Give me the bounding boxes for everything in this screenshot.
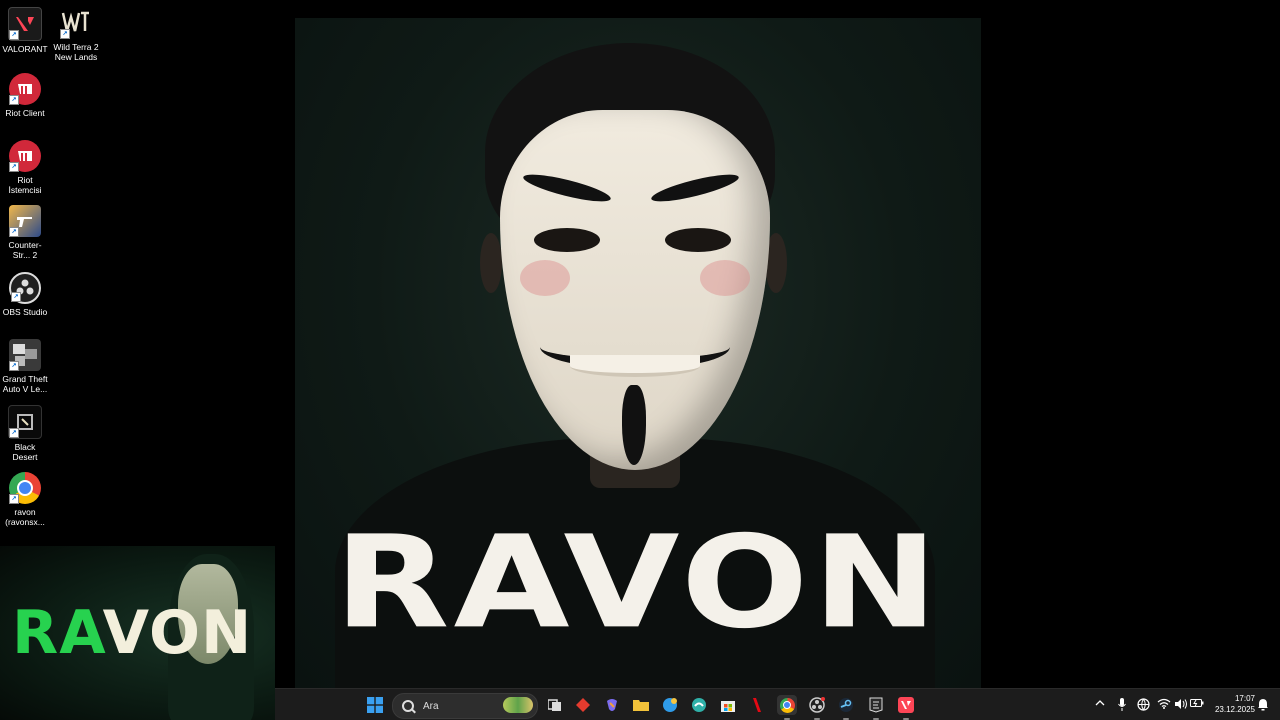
guy-fawkes-mask: [500, 110, 770, 470]
desktop-icon-riot-istemcisi[interactable]: ↗ Riot İstemcisi: [1, 140, 49, 195]
bell-icon: [1258, 699, 1268, 711]
show-hidden-icons-button[interactable]: [1093, 698, 1107, 712]
taskbar: Ara 17:07 23.12.2025: [275, 688, 1280, 720]
desktop-icon-black-desert[interactable]: ↗ Black Desert: [1, 405, 49, 462]
chrome-profile-icon: ↗: [9, 472, 41, 504]
desktop-icon-label: ravon (ravonsx...: [5, 507, 45, 527]
counter-strike-icon: ↗: [9, 205, 41, 237]
desktop-icon-obs-studio[interactable]: ↗ OBS Studio: [1, 272, 49, 317]
desktop-icon-label: Riot İstemcisi: [8, 175, 42, 195]
desktop-icon-label: Counter-Str... 2: [8, 240, 42, 260]
wifi-button[interactable]: [1157, 698, 1171, 712]
microphone-button[interactable]: [1115, 698, 1129, 712]
riot-client-icon: ↗: [9, 140, 41, 172]
task-view-button[interactable]: [545, 695, 565, 715]
wallpaper: RAVON: [295, 18, 981, 688]
desktop-icon-label: OBS Studio: [2, 307, 48, 317]
desktop-icon-riot-client[interactable]: ↗ Riot Client: [1, 73, 49, 118]
riot-client-icon: ↗: [9, 73, 41, 105]
microphone-icon: [1118, 698, 1126, 711]
valorant-icon: ↗: [8, 7, 42, 41]
wallpaper-title: RAVON: [334, 509, 942, 657]
mask-cheek-left: [520, 260, 570, 296]
taskbar-app-obs[interactable]: [807, 695, 827, 720]
black-desert-icon: ↗: [8, 405, 42, 439]
desktop-icon-ravon-chrome[interactable]: ↗ ravon (ravonsx...: [1, 472, 49, 527]
wallpaper-ear-left: [480, 233, 502, 293]
taskbar-app-valorant[interactable]: [896, 695, 916, 720]
battery-charging-icon: [1190, 699, 1204, 707]
weather-app-icon: [663, 698, 677, 712]
thumbnail-title-ra: RA: [12, 598, 103, 668]
desktop-icon-gta-v[interactable]: ↗ Grand Theft Auto V Le...: [1, 339, 49, 394]
desktop-icon-label: Black Desert: [12, 442, 38, 462]
mask-beard: [622, 385, 646, 465]
search-icon: [402, 700, 414, 712]
obs-taskbar-icon: [809, 697, 825, 713]
start-button[interactable]: [365, 695, 385, 715]
taskbar-app-netflix[interactable]: [747, 695, 767, 715]
desktop-icon-label: Riot Client: [5, 108, 45, 118]
obs-icon: ↗: [9, 272, 41, 304]
task-view-icon: [548, 699, 561, 711]
search-placeholder: Ara: [423, 700, 439, 712]
copilot-icon: [607, 699, 617, 711]
mask-brow-left: [521, 169, 613, 207]
wild-terra-icon: ↗: [60, 7, 92, 39]
taskbar-app-chrome[interactable]: [777, 695, 797, 720]
mask-smile: [570, 355, 700, 377]
stream-thumbnail: RAVON: [0, 546, 275, 720]
valorant-taskbar-icon: [898, 697, 914, 713]
gta-icon: ↗: [9, 339, 41, 371]
desktop-icon-label: VALORANT: [2, 44, 48, 54]
language-button[interactable]: [1136, 698, 1150, 712]
thumbnail-title: RAVON: [12, 598, 252, 668]
chrome-icon: [779, 697, 795, 713]
clock-time: 17:07: [1234, 694, 1255, 703]
desktop-icon-counter-strike[interactable]: ↗ Counter-Str... 2: [1, 205, 49, 260]
windows-logo-icon: [367, 697, 383, 713]
volume-button[interactable]: [1174, 698, 1188, 712]
mask-cheek-right: [700, 260, 750, 296]
microsoft-store-icon: [721, 701, 735, 712]
desktop-icon-label: Grand Theft Auto V Le...: [2, 374, 48, 394]
mask-brow-right: [649, 169, 741, 207]
clock-date: 23.12.2025: [1214, 705, 1255, 714]
taskbar-app-weather[interactable]: [660, 695, 680, 715]
taskbar-app-copilot[interactable]: [602, 695, 622, 715]
thumbnail-title-von: VON: [102, 598, 253, 668]
mask-eye-right: [665, 228, 731, 252]
desktop-icon-label: Wild Terra 2 New Lands: [53, 42, 99, 62]
gem-app-icon: [576, 698, 590, 712]
taskbar-app-gem[interactable]: [573, 695, 593, 715]
chevron-up-icon: [1095, 700, 1105, 706]
taskbar-search[interactable]: Ara: [392, 693, 538, 719]
mask-eye-left: [534, 228, 600, 252]
desktop: RAVON ↗ VALORANT ↗ Wild Terra 2 New Land…: [0, 0, 1280, 720]
taskbar-app-edge[interactable]: [689, 695, 709, 715]
steam-icon: [839, 698, 853, 712]
taskbar-app-file-explorer[interactable]: [631, 695, 651, 715]
taskbar-app-microsoft-store[interactable]: [718, 695, 738, 715]
speaker-icon: [1175, 699, 1187, 709]
taskbar-clock[interactable]: 17:07 23.12.2025: [1205, 693, 1255, 715]
desktop-icon-wild-terra[interactable]: ↗ Wild Terra 2 New Lands: [52, 7, 100, 62]
file-explorer-icon: [633, 700, 649, 711]
globe-icon: [1136, 698, 1150, 711]
wifi-icon: [1157, 698, 1171, 709]
battery-button[interactable]: [1190, 698, 1204, 712]
search-highlight-icon: [503, 697, 533, 713]
epic-games-icon: [869, 697, 883, 713]
desktop-icon-valorant[interactable]: ↗ VALORANT: [1, 7, 49, 54]
taskbar-app-steam[interactable]: [836, 695, 856, 720]
edge-icon: [692, 698, 706, 712]
notification-button[interactable]: [1257, 698, 1269, 711]
taskbar-app-epic-games[interactable]: [866, 695, 886, 720]
netflix-icon: [753, 698, 761, 712]
